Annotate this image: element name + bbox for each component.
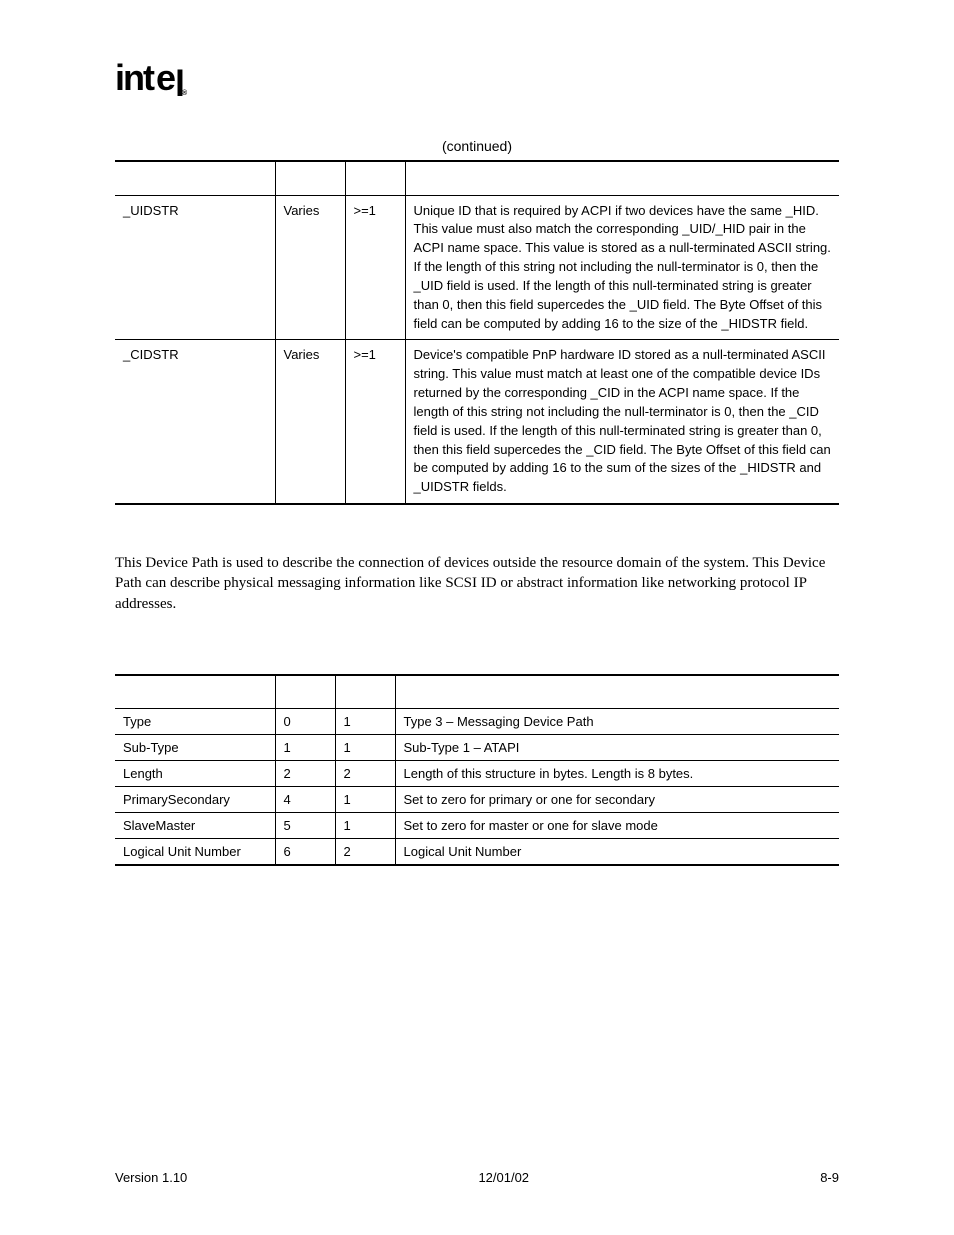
cell: PrimarySecondary [115, 787, 275, 813]
cell: 6 [275, 839, 335, 866]
table2-header-3 [395, 675, 839, 709]
table-row: Type 0 1 Type 3 – Messaging Device Path [115, 709, 839, 735]
cell: Unique ID that is required by ACPI if tw… [405, 195, 839, 340]
table2-header-2 [335, 675, 395, 709]
table-row: Logical Unit Number 6 2 Logical Unit Num… [115, 839, 839, 866]
table-row: PrimarySecondary 4 1 Set to zero for pri… [115, 787, 839, 813]
table-row: Sub-Type 1 1 Sub-Type 1 – ATAPI [115, 735, 839, 761]
cell: 1 [335, 709, 395, 735]
atapi-device-path-table: Type 0 1 Type 3 – Messaging Device Path … [115, 674, 839, 867]
cell: Varies [275, 340, 345, 504]
table1-header-1 [275, 161, 345, 195]
cell: 4 [275, 787, 335, 813]
cell: 5 [275, 813, 335, 839]
table1-header-0 [115, 161, 275, 195]
cell: 2 [335, 839, 395, 866]
cell: Device's compatible PnP hardware ID stor… [405, 340, 839, 504]
intel-logo: int e l ® [115, 60, 839, 110]
continued-label: (continued) [115, 138, 839, 154]
cell: Logical Unit Number [395, 839, 839, 866]
acpi-fields-table: _UIDSTR Varies >=1 Unique ID that is req… [115, 160, 839, 505]
cell: 1 [275, 735, 335, 761]
table1-header-2 [345, 161, 405, 195]
cell: 0 [275, 709, 335, 735]
svg-text:®: ® [182, 89, 188, 97]
cell: Type [115, 709, 275, 735]
cell: SlaveMaster [115, 813, 275, 839]
page-footer: Version 1.10 12/01/02 8-9 [115, 1170, 839, 1185]
cell: 2 [275, 761, 335, 787]
svg-text:e: e [156, 60, 175, 98]
footer-version: Version 1.10 [115, 1170, 187, 1185]
cell: Length of this structure in bytes. Lengt… [395, 761, 839, 787]
table1-header-3 [405, 161, 839, 195]
cell: Type 3 – Messaging Device Path [395, 709, 839, 735]
table2-header-1 [275, 675, 335, 709]
cell: Sub-Type [115, 735, 275, 761]
footer-page-number: 8-9 [820, 1170, 839, 1185]
cell: 2 [335, 761, 395, 787]
section-paragraph: This Device Path is used to describe the… [115, 553, 839, 614]
cell: Length [115, 761, 275, 787]
cell: Sub-Type 1 – ATAPI [395, 735, 839, 761]
table-row: _CIDSTR Varies >=1 Device's compatible P… [115, 340, 839, 504]
cell: 1 [335, 813, 395, 839]
table2-header-0 [115, 675, 275, 709]
cell: Set to zero for master or one for slave … [395, 813, 839, 839]
cell: 1 [335, 735, 395, 761]
page-content: int e l ® (continued) _UIDSTR Varies >=1… [0, 0, 954, 866]
cell: _CIDSTR [115, 340, 275, 504]
cell: Varies [275, 195, 345, 340]
table-row: SlaveMaster 5 1 Set to zero for master o… [115, 813, 839, 839]
cell: _UIDSTR [115, 195, 275, 340]
cell: >=1 [345, 340, 405, 504]
cell: Set to zero for primary or one for secon… [395, 787, 839, 813]
cell: Logical Unit Number [115, 839, 275, 866]
cell: >=1 [345, 195, 405, 340]
footer-date: 12/01/02 [478, 1170, 529, 1185]
svg-text:int: int [115, 60, 155, 98]
cell: 1 [335, 787, 395, 813]
table-row: _UIDSTR Varies >=1 Unique ID that is req… [115, 195, 839, 340]
table-row: Length 2 2 Length of this structure in b… [115, 761, 839, 787]
